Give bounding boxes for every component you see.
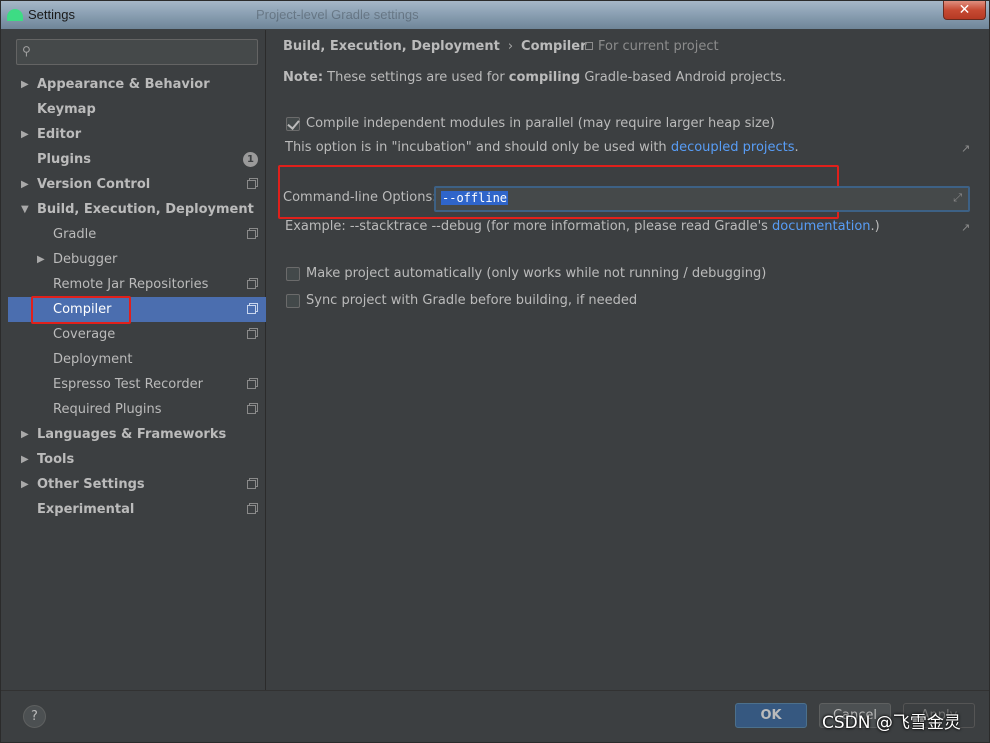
breadcrumb-parent[interactable]: Build, Execution, Deployment bbox=[283, 39, 500, 54]
project-scope-icon bbox=[247, 505, 256, 514]
window-title: Settings bbox=[28, 7, 75, 22]
sidebar-item-debugger[interactable]: ▶ Debugger bbox=[8, 247, 266, 272]
sidebar-item-gradle[interactable]: Gradle bbox=[8, 222, 266, 247]
sidebar-item-label: Espresso Test Recorder bbox=[53, 377, 203, 392]
sidebar-item-remote-jar-repositories[interactable]: Remote Jar Repositories bbox=[8, 272, 266, 297]
csdn-watermark: CSDN @飞雪金灵 bbox=[822, 713, 961, 733]
sidebar-item-label: Deployment bbox=[53, 352, 133, 367]
breadcrumb-separator: › bbox=[507, 39, 514, 54]
sidebar-item-deployment[interactable]: Deployment bbox=[8, 347, 266, 372]
external-link-icon[interactable]: ↗ bbox=[961, 221, 970, 234]
parallel-checkbox[interactable] bbox=[286, 117, 300, 131]
external-link-icon[interactable]: ↗ bbox=[961, 142, 970, 155]
sidebar-item-appearance-behavior[interactable]: ▶ Appearance & Behavior bbox=[8, 72, 266, 97]
search-icon: ⚲ bbox=[22, 44, 31, 58]
incubation-text: This option is in "incubation" and shoul… bbox=[285, 140, 671, 155]
decoupled-projects-link[interactable]: decoupled projects bbox=[671, 140, 795, 155]
collapsed-arrow-icon[interactable]: ▶ bbox=[21, 122, 29, 147]
parallel-label[interactable]: Compile independent modules in parallel … bbox=[306, 116, 775, 132]
expanded-arrow-icon[interactable]: ▼ bbox=[21, 197, 29, 222]
sidebar-item-label: Keymap bbox=[37, 102, 96, 117]
scope-label: For current project bbox=[598, 39, 719, 54]
command-line-value[interactable]: --offline bbox=[441, 191, 509, 205]
incubation-hint: This option is in "incubation" and shoul… bbox=[285, 140, 799, 155]
sidebar-item-tools[interactable]: ▶ Tools bbox=[8, 447, 266, 472]
sidebar-item-label: Other Settings bbox=[37, 477, 145, 492]
project-scope-icon bbox=[585, 42, 593, 50]
collapsed-arrow-icon[interactable]: ▶ bbox=[21, 447, 29, 472]
sidebar-item-keymap[interactable]: Keymap bbox=[8, 97, 266, 122]
project-scope-icon bbox=[247, 280, 256, 289]
android-studio-icon bbox=[7, 9, 23, 21]
sidebar-item-label: Required Plugins bbox=[53, 402, 162, 417]
example-text: Example: --stacktrace --debug (for more … bbox=[285, 219, 773, 234]
sidebar-item-languages-frameworks[interactable]: ▶ Languages & Frameworks bbox=[8, 422, 266, 447]
project-scope-icon bbox=[247, 180, 256, 189]
sidebar-item-editor[interactable]: ▶ Editor bbox=[8, 122, 266, 147]
sidebar-item-label: Coverage bbox=[53, 327, 116, 342]
close-button[interactable]: ✕ bbox=[943, 1, 986, 20]
sidebar-item-label: Tools bbox=[37, 452, 75, 467]
sidebar-item-label: Build, Execution, Deployment bbox=[37, 202, 254, 217]
highlight-box-compiler bbox=[31, 296, 131, 324]
sidebar-item-label: Appearance & Behavior bbox=[37, 77, 210, 92]
sidebar-item-label: Plugins bbox=[37, 152, 91, 167]
command-line-input[interactable]: --offline ⤢ bbox=[434, 186, 970, 212]
settings-sidebar: ⚲ ▶ Appearance & Behavior Keymap ▶ Editor Plu… bbox=[8, 30, 266, 690]
sidebar-item-label: Editor bbox=[37, 127, 82, 142]
collapsed-arrow-icon[interactable]: ▶ bbox=[21, 172, 29, 197]
breadcrumb: Build, Execution, Deployment › Compiler bbox=[283, 39, 587, 54]
project-scope-icon bbox=[247, 230, 256, 239]
update-count-badge: 1 bbox=[243, 152, 258, 167]
project-scope-icon bbox=[247, 330, 256, 339]
sidebar-item-label: Version Control bbox=[37, 177, 151, 192]
title-bar[interactable]: Settings Project-level Gradle settings ✕ bbox=[1, 1, 989, 29]
expand-icon[interactable]: ⤢ bbox=[953, 191, 962, 205]
sidebar-item-required-plugins[interactable]: Required Plugins bbox=[8, 397, 266, 422]
example-end: .) bbox=[870, 219, 880, 234]
collapsed-arrow-icon[interactable]: ▶ bbox=[37, 247, 45, 272]
sidebar-item-other-settings[interactable]: ▶ Other Settings bbox=[8, 472, 266, 497]
sidebar-item-label: Remote Jar Repositories bbox=[53, 277, 209, 292]
documentation-link[interactable]: documentation bbox=[772, 219, 870, 234]
make-automatically-checkbox[interactable] bbox=[286, 267, 300, 281]
sidebar-item-build-execution-deployment[interactable]: ▼ Build, Execution, Deployment bbox=[8, 197, 266, 222]
sidebar-item-label: Languages & Frameworks bbox=[37, 427, 227, 442]
sync-gradle-checkbox[interactable] bbox=[286, 294, 300, 308]
sidebar-item-plugins[interactable]: Plugins 1 bbox=[8, 147, 266, 172]
sidebar-item-coverage[interactable]: Coverage bbox=[8, 322, 266, 347]
help-button[interactable]: ? bbox=[23, 705, 46, 728]
sidebar-item-label: Debugger bbox=[53, 252, 118, 267]
command-line-label: Command-line Options: bbox=[283, 190, 437, 205]
compiler-settings-panel: Build, Execution, Deployment › Compiler Fo… bbox=[267, 30, 989, 690]
sync-gradle-label[interactable]: Sync project with Gradle before building… bbox=[306, 293, 637, 309]
breadcrumb-current: Compiler bbox=[521, 39, 587, 54]
note-prefix: Note: bbox=[283, 70, 324, 85]
search-input[interactable]: ⚲ bbox=[16, 39, 258, 65]
collapsed-arrow-icon[interactable]: ▶ bbox=[21, 472, 29, 497]
project-scope-icon bbox=[247, 480, 256, 489]
collapsed-arrow-icon[interactable]: ▶ bbox=[21, 422, 29, 447]
ok-button[interactable]: OK bbox=[735, 703, 807, 728]
note-text-2: Gradle-based Android projects. bbox=[580, 70, 787, 85]
project-scope-icon bbox=[247, 380, 256, 389]
sidebar-item-label: Gradle bbox=[53, 227, 97, 242]
sidebar-item-version-control[interactable]: ▶ Version Control bbox=[8, 172, 266, 197]
settings-window: Settings Project-level Gradle settings ✕… bbox=[0, 0, 990, 743]
collapsed-arrow-icon[interactable]: ▶ bbox=[21, 72, 29, 97]
sidebar-item-experimental[interactable]: Experimental bbox=[8, 497, 266, 522]
sidebar-item-espresso-test-recorder[interactable]: Espresso Test Recorder bbox=[8, 372, 266, 397]
scope-indicator: For current project bbox=[585, 39, 719, 54]
note-text: Note: These settings are used for compil… bbox=[283, 70, 786, 85]
window-title-ghost: Project-level Gradle settings bbox=[256, 7, 419, 22]
example-hint: Example: --stacktrace --debug (for more … bbox=[285, 219, 880, 234]
make-automatically-label[interactable]: Make project automatically (only works w… bbox=[306, 266, 766, 282]
note-bold: compiling bbox=[508, 70, 581, 85]
note-text-1: These settings are used for bbox=[323, 70, 509, 85]
project-scope-icon bbox=[247, 305, 256, 314]
project-scope-icon bbox=[247, 405, 256, 414]
sidebar-item-label: Experimental bbox=[37, 502, 135, 517]
incubation-end: . bbox=[794, 140, 799, 155]
